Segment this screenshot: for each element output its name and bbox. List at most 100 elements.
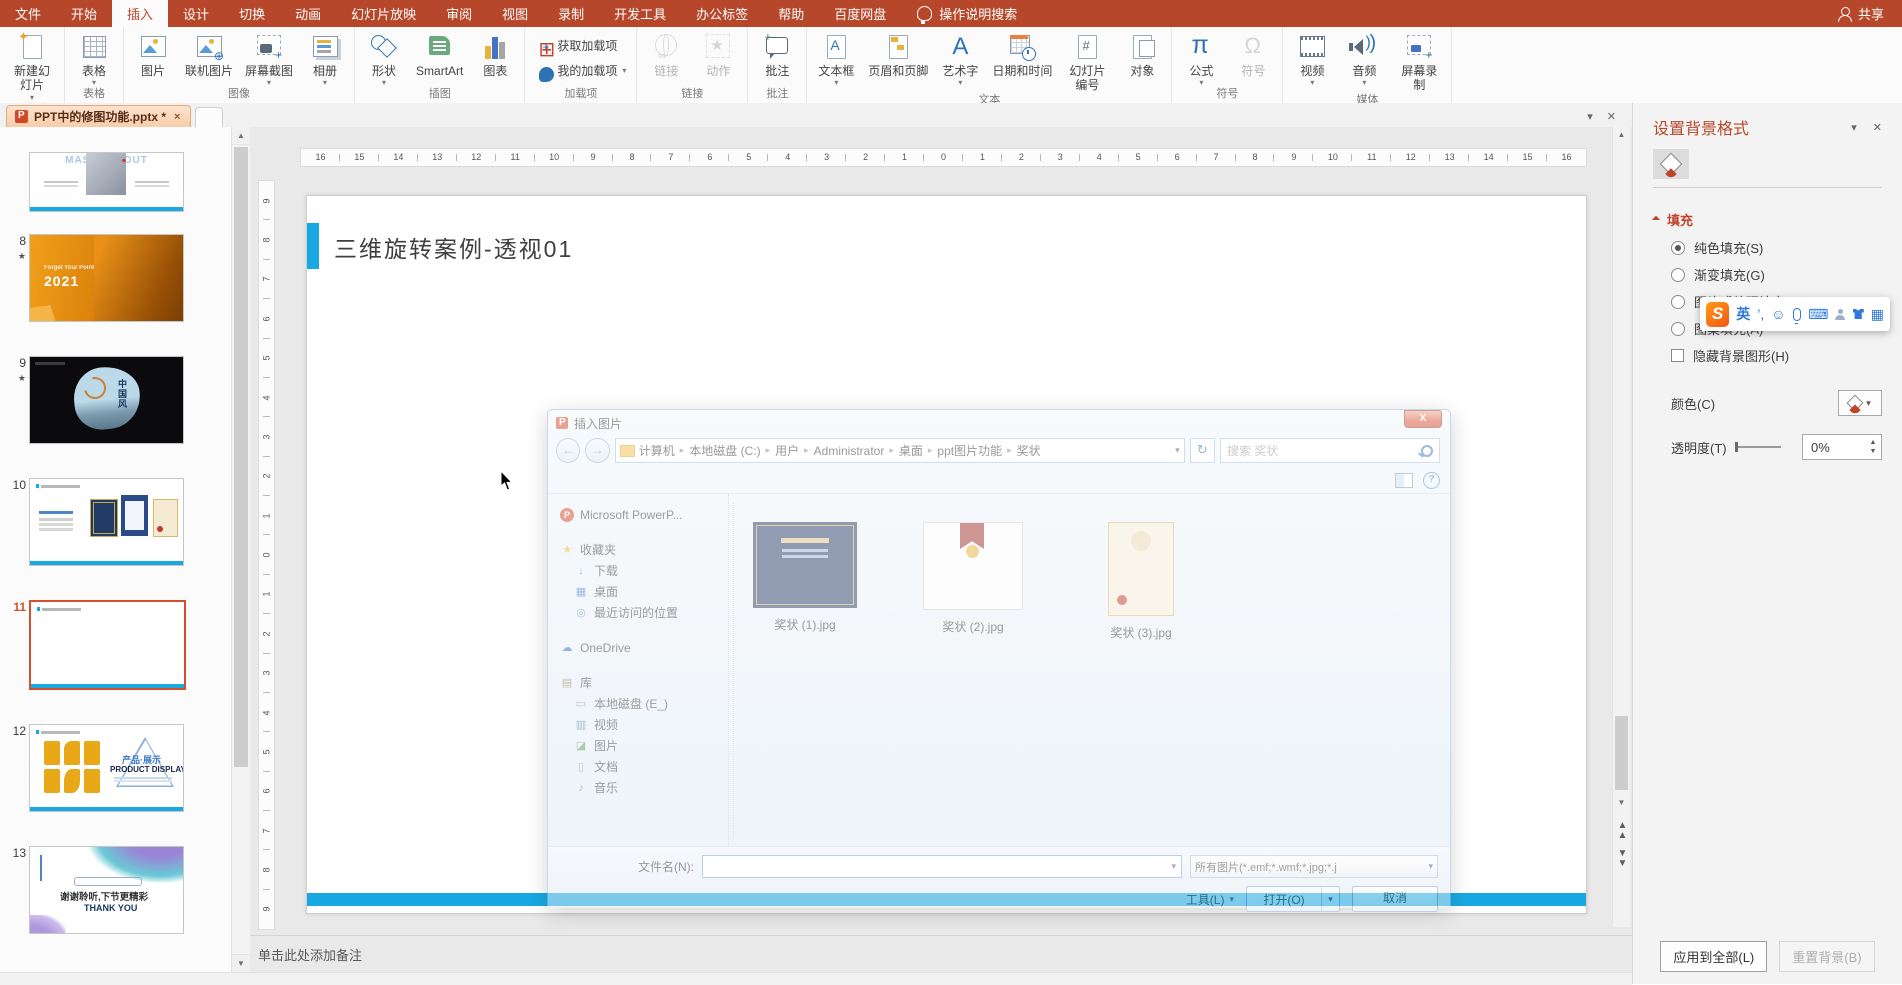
nav-item-桌面[interactable]: ▦桌面 bbox=[560, 581, 728, 602]
ribbon-button-SmartArt[interactable]: SmartArt bbox=[411, 29, 468, 78]
emoji-icon[interactable]: ☺ bbox=[1771, 307, 1785, 321]
help-icon[interactable]: ? bbox=[1423, 472, 1440, 489]
menu-tab-文件[interactable]: 文件 bbox=[0, 0, 56, 27]
ribbon-button-我的加载项[interactable]: 我的加载项▾ bbox=[529, 61, 632, 80]
ribbon-button-幻灯片编号[interactable]: #幻灯片编号 bbox=[1059, 29, 1115, 93]
scroll-down-icon[interactable]: ▼ bbox=[232, 954, 250, 972]
file-thumbnail[interactable] bbox=[923, 522, 1023, 610]
ribbon-button-日期和时间[interactable]: 日期和时间 bbox=[987, 29, 1057, 78]
transparency-spinbox[interactable]: 0% ▲▼ bbox=[1802, 434, 1882, 460]
breadcrumb-dropdown-icon[interactable]: ▾ bbox=[1169, 445, 1180, 456]
slide-thumbnail-10[interactable] bbox=[29, 478, 184, 566]
back-button[interactable]: ← bbox=[556, 438, 580, 463]
menu-tab-开始[interactable]: 开始 bbox=[56, 0, 112, 27]
slide-editing-area[interactable]: 三维旋转案例-透视01 插入图片 X ← → 计算机▸本地磁盘 (C:)▸用户▸… bbox=[306, 195, 1587, 914]
fill-section-header[interactable]: 填充 bbox=[1653, 210, 1882, 229]
nav-item-音乐[interactable]: ♪音乐 bbox=[560, 777, 728, 798]
new-tab-button[interactable] bbox=[195, 107, 223, 127]
menu-tab-切换[interactable]: 切换 bbox=[224, 0, 280, 27]
breadcrumb-item[interactable]: 桌面 bbox=[899, 442, 923, 459]
fill-tab-button[interactable] bbox=[1653, 149, 1689, 179]
file-thumbnail[interactable] bbox=[753, 522, 857, 608]
canvas-scroll-up-icon[interactable]: ▲ bbox=[1613, 127, 1630, 143]
filename-dropdown-icon[interactable]: ▾ bbox=[1166, 861, 1181, 872]
fill-option-纯色填充(S)[interactable]: 纯色填充(S) bbox=[1671, 239, 1882, 256]
ribbon-button-屏幕截图[interactable]: +屏幕截图▾ bbox=[240, 29, 298, 87]
ribbon-button-屏幕录制[interactable]: +屏幕录制 bbox=[1391, 29, 1447, 93]
change-view-icon[interactable] bbox=[1395, 473, 1413, 488]
filename-input[interactable]: ▾ bbox=[702, 855, 1182, 878]
refresh-button[interactable]: ↻ bbox=[1190, 438, 1215, 463]
ribbon-button-对象[interactable]: 对象 bbox=[1117, 29, 1167, 78]
tools-button[interactable]: 工具(L) ▾ bbox=[1186, 891, 1234, 908]
ribbon-button-联机图片[interactable]: ⊕联机图片 bbox=[180, 29, 238, 78]
checkbox-icon[interactable] bbox=[1671, 349, 1684, 362]
cancel-button[interactable]: 取消 bbox=[1352, 886, 1438, 912]
skin-icon[interactable] bbox=[1853, 309, 1864, 319]
breadcrumb-item[interactable]: 奖状 bbox=[1017, 442, 1041, 459]
fill-option-渐变填充(G)[interactable]: 渐变填充(G) bbox=[1671, 266, 1882, 283]
notes-divider[interactable] bbox=[250, 935, 1632, 936]
punctuation-icon[interactable]: ’, bbox=[1757, 307, 1764, 321]
nav-item-下载[interactable]: ↓下载 bbox=[560, 560, 728, 581]
ribbon-button-公式[interactable]: π公式▾ bbox=[1176, 29, 1226, 87]
canvas-scrollbar[interactable]: ▲ ▼ ▲▲ ▼▼ bbox=[1612, 127, 1630, 927]
slide-thumbnail-13[interactable]: 谢谢聆听,下节更精彩THANK YOU bbox=[29, 846, 184, 934]
transparency-slider[interactable] bbox=[1735, 446, 1781, 448]
sogou-logo-icon[interactable]: S bbox=[1706, 302, 1729, 327]
color-picker-button[interactable]: ▾ bbox=[1838, 390, 1882, 416]
breadcrumb-item[interactable]: Administrator bbox=[814, 444, 885, 458]
radio-icon[interactable] bbox=[1671, 241, 1685, 255]
canvas-scrollbar-thumb[interactable] bbox=[1615, 716, 1628, 790]
nav-item-最近访问的位置[interactable]: ◎最近访问的位置 bbox=[560, 602, 728, 623]
slide-thumbnail-12[interactable]: 产品·展示PRODUCT DISPLAY bbox=[29, 724, 184, 812]
nav-item-OneDrive[interactable]: ☁OneDrive bbox=[560, 637, 728, 658]
file-thumbnail[interactable] bbox=[1108, 522, 1174, 616]
address-breadcrumb[interactable]: 计算机▸本地磁盘 (C:)▸用户▸Administrator▸桌面▸ppt图片功… bbox=[615, 438, 1185, 463]
radio-icon[interactable] bbox=[1671, 268, 1685, 282]
previous-slide-button[interactable]: ▲▲ bbox=[1614, 821, 1629, 843]
ribbon-button-批注[interactable]: +批注 bbox=[752, 29, 802, 78]
mic-icon[interactable] bbox=[1793, 308, 1802, 321]
menu-tab-开发工具[interactable]: 开发工具 bbox=[599, 0, 681, 27]
open-button[interactable]: 打开(O) ▾ bbox=[1246, 886, 1340, 912]
canvas-scroll-down-icon[interactable]: ▼ bbox=[1613, 795, 1630, 811]
ime-mode-english[interactable]: 英 bbox=[1736, 307, 1750, 321]
file-tab-close-icon[interactable]: × bbox=[172, 111, 182, 123]
tabbar-close-icon[interactable]: ✕ bbox=[1607, 110, 1616, 123]
ribbon-button-视频[interactable]: 视频▾ bbox=[1287, 29, 1337, 87]
next-slide-button[interactable]: ▼▼ bbox=[1614, 849, 1629, 871]
menu-tab-办公标签[interactable]: 办公标签 bbox=[681, 0, 763, 27]
tell-me-search[interactable]: 操作说明搜索 bbox=[901, 0, 1033, 27]
ribbon-button-图表[interactable]: 图表 bbox=[470, 29, 520, 78]
toolbox-icon[interactable]: ▦ bbox=[1871, 307, 1884, 321]
radio-icon[interactable] bbox=[1671, 322, 1685, 336]
ribbon-button-文本框[interactable]: A文本框▾ bbox=[811, 29, 861, 87]
file-item[interactable]: 奖状 (3).jpg bbox=[1083, 522, 1199, 846]
search-box[interactable]: 搜索 奖状 bbox=[1220, 438, 1440, 463]
fill-option-隐藏背景图形(H)[interactable]: 隐藏背景图形(H) bbox=[1671, 347, 1882, 364]
ribbon-button-页眉和页脚[interactable]: 页眉和页脚 bbox=[863, 29, 933, 78]
slide-thumbnail[interactable]: MASKING-OUT bbox=[29, 152, 184, 212]
ribbon-button-形状[interactable]: 形状▾ bbox=[359, 29, 409, 87]
menu-tab-百度网盘[interactable]: 百度网盘 bbox=[819, 0, 901, 27]
file-item[interactable]: 奖状 (1).jpg bbox=[747, 522, 863, 846]
spin-arrows-icon[interactable]: ▲▼ bbox=[1865, 438, 1881, 456]
slide-panel-scrollbar[interactable]: ▲ ▼ bbox=[231, 127, 250, 972]
nav-item-库[interactable]: ▤库 bbox=[560, 672, 728, 693]
nav-item-图片[interactable]: ◪图片 bbox=[560, 735, 728, 756]
menu-tab-插入[interactable]: 插入 bbox=[112, 0, 168, 27]
slide-thumbnail-9[interactable]: 中国风 bbox=[29, 356, 184, 444]
notes-placeholder[interactable]: 单击此处添加备注 bbox=[258, 945, 362, 964]
panel-dropdown-icon[interactable]: ▾ bbox=[1851, 121, 1857, 134]
ribbon-button-获取加载项[interactable]: ⊞+获取加载项 bbox=[529, 36, 623, 55]
menu-tab-帮助[interactable]: 帮助 bbox=[763, 0, 819, 27]
ribbon-button-相册[interactable]: 相册▾ bbox=[300, 29, 350, 87]
nav-item-视频[interactable]: ▥视频 bbox=[560, 714, 728, 735]
menu-tab-幻灯片放映[interactable]: 幻灯片放映 bbox=[336, 0, 431, 27]
panel-close-icon[interactable]: ✕ bbox=[1873, 121, 1882, 134]
ribbon-button-表格[interactable]: 表格▾ bbox=[69, 29, 119, 87]
slide-thumbnail-11[interactable] bbox=[29, 600, 186, 690]
slide-thumbnail-8[interactable]: Forget Your Point2021 bbox=[29, 234, 184, 322]
slide-title-text[interactable]: 三维旋转案例-透视01 bbox=[334, 230, 573, 264]
